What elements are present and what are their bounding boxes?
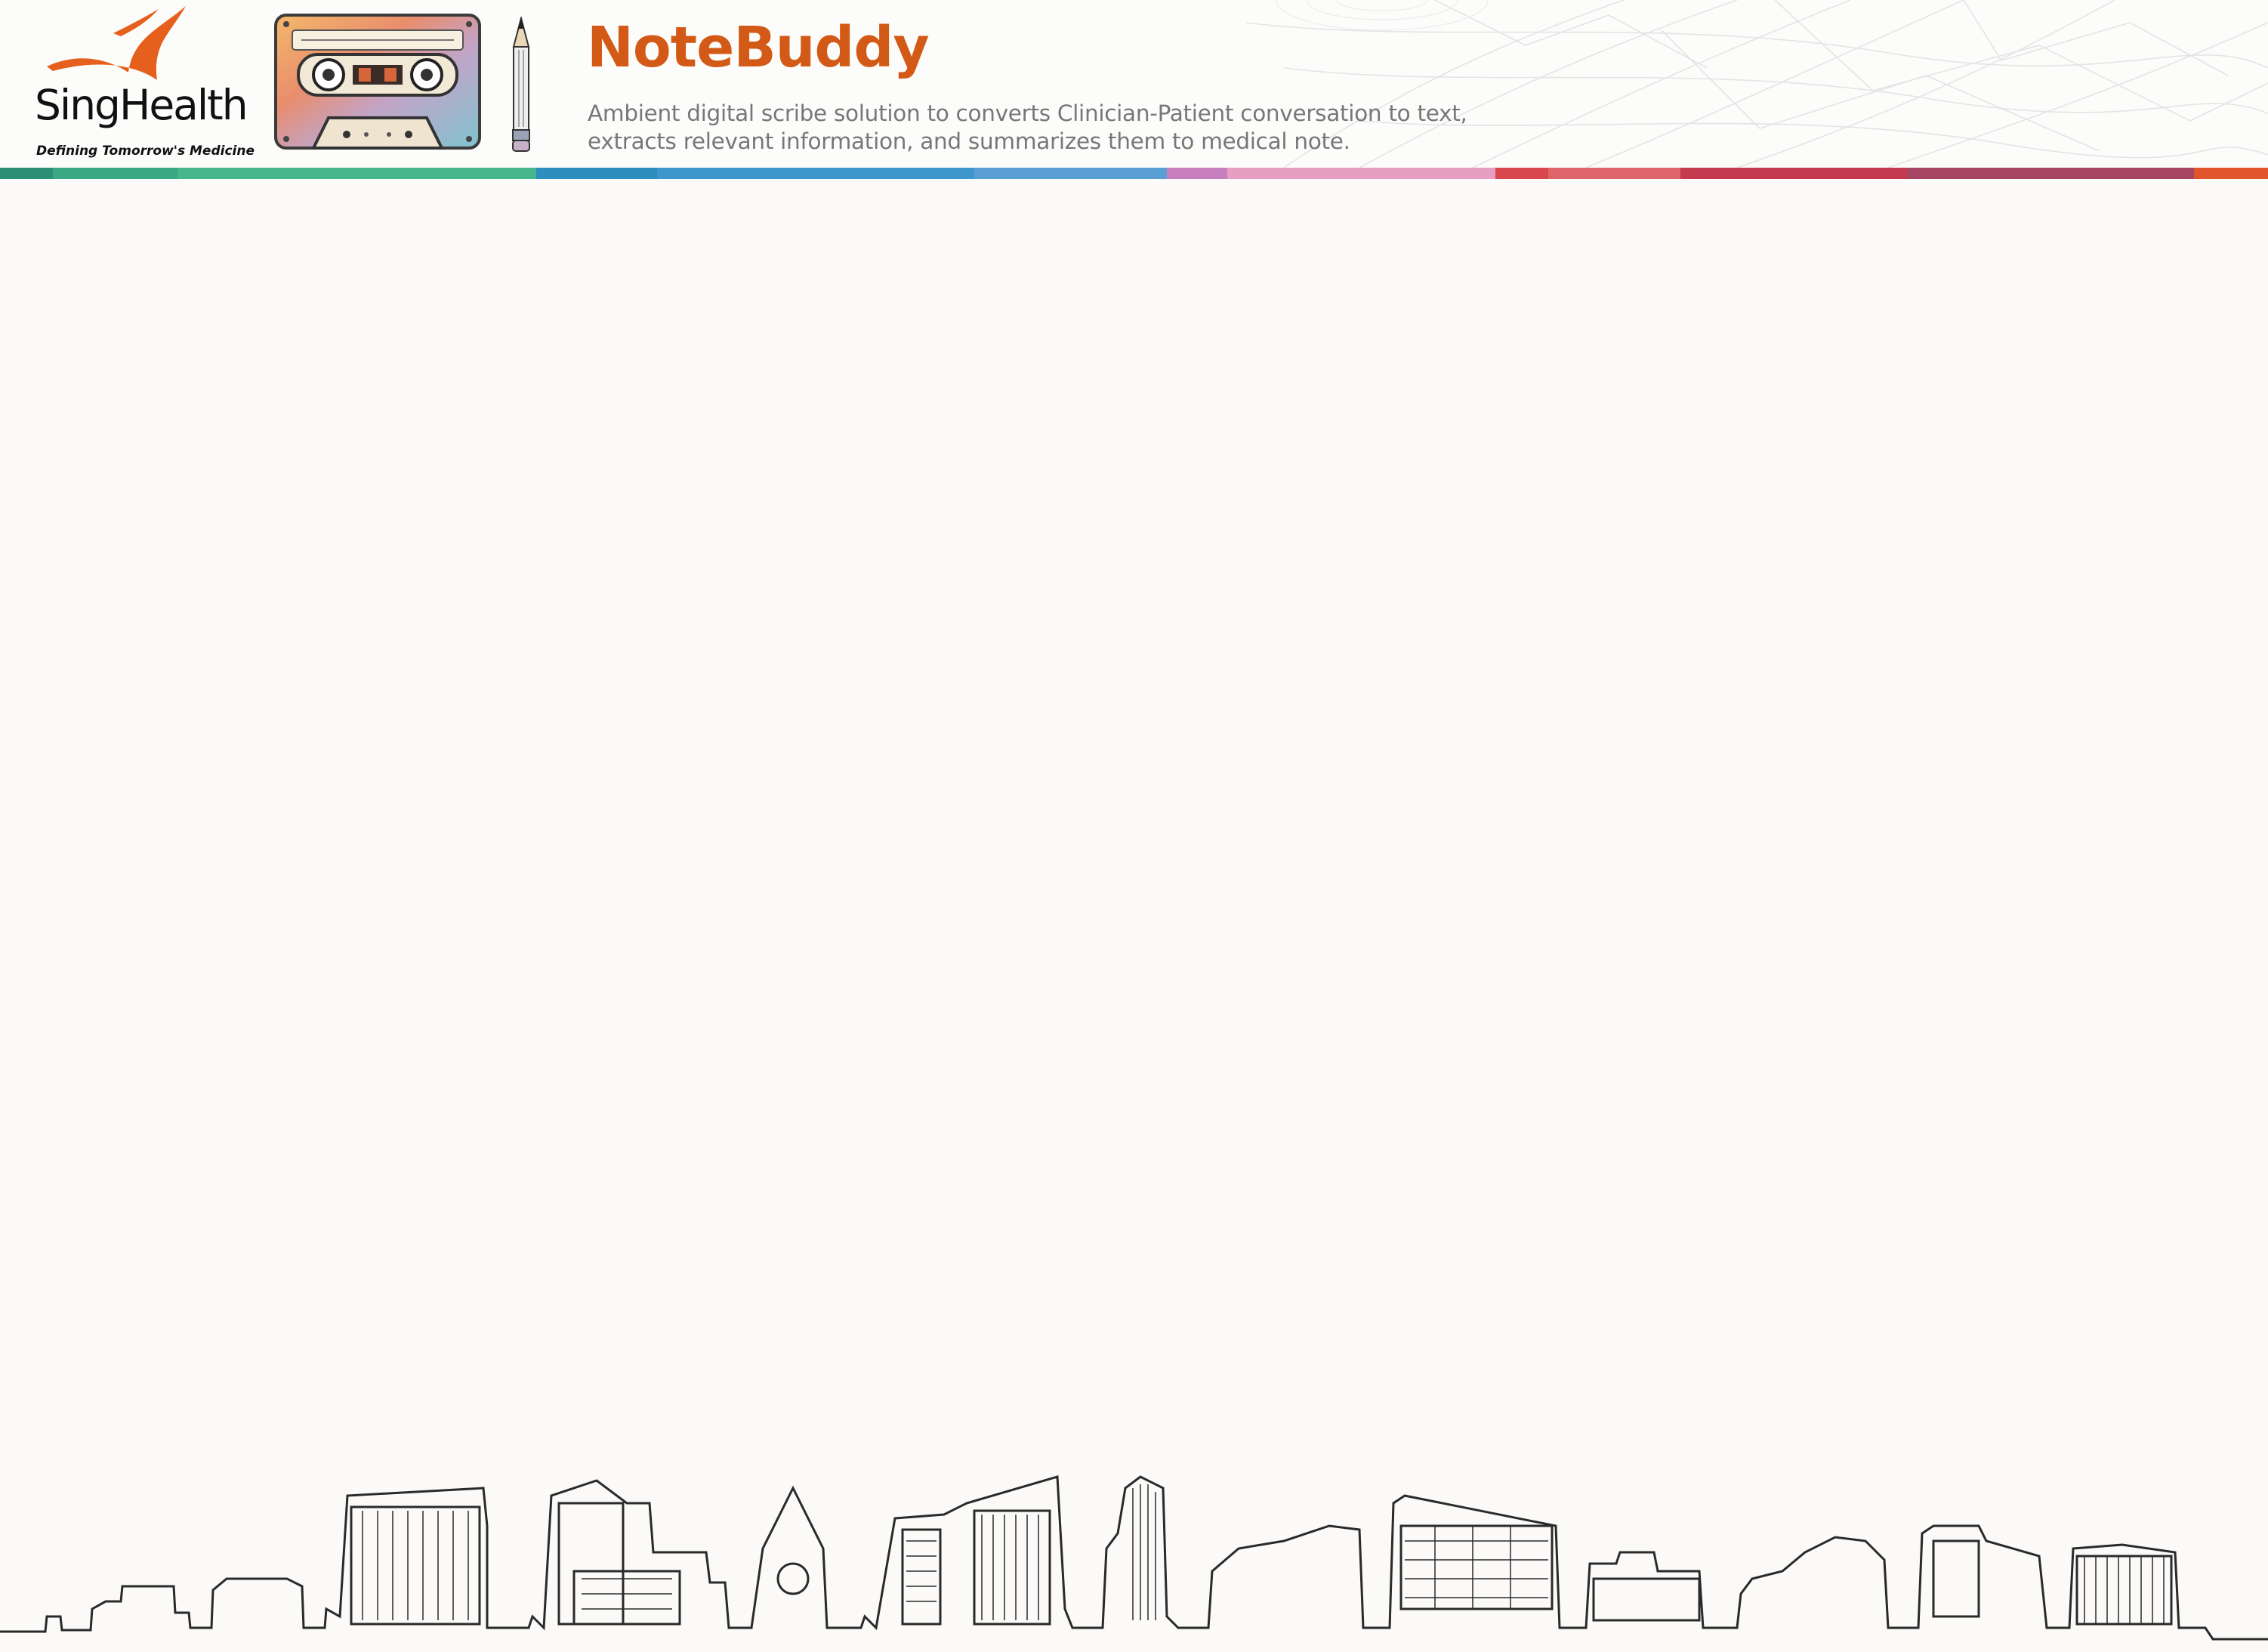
color-bar-segment — [1227, 168, 1495, 179]
city-skyline-illustration — [0, 1475, 2268, 1641]
color-bar-segment — [536, 168, 657, 179]
cassette-tape-icon — [274, 14, 481, 150]
color-bar-segment — [1548, 168, 1680, 179]
app-header: SingHealth Defining Tomorrow's Medicine — [0, 0, 2268, 168]
header-color-bar — [0, 168, 2268, 179]
app-description: Ambient digital scribe solution to conve… — [588, 100, 1467, 154]
color-bar-segment — [1907, 168, 2194, 179]
color-bar-segment — [53, 168, 177, 179]
singhealth-logo[interactable]: SingHealth Defining Tomorrow's Medicine — [0, 0, 257, 168]
color-bar-segment — [657, 168, 974, 179]
color-bar-segment — [1167, 168, 1227, 179]
color-bar-segment — [1680, 168, 1907, 179]
color-bar-segment — [2194, 168, 2268, 179]
color-bar-segment — [974, 168, 1167, 179]
main-content-area — [0, 179, 2268, 1456]
pencil-icon — [512, 17, 530, 152]
color-bar-segment — [1495, 168, 1548, 179]
brand-wordmark: SingHealth — [35, 81, 248, 129]
app-title: NoteBuddy — [587, 15, 930, 80]
color-bar-segment — [177, 168, 536, 179]
brand-tagline: Defining Tomorrow's Medicine — [36, 144, 255, 159]
color-bar-segment — [0, 168, 53, 179]
